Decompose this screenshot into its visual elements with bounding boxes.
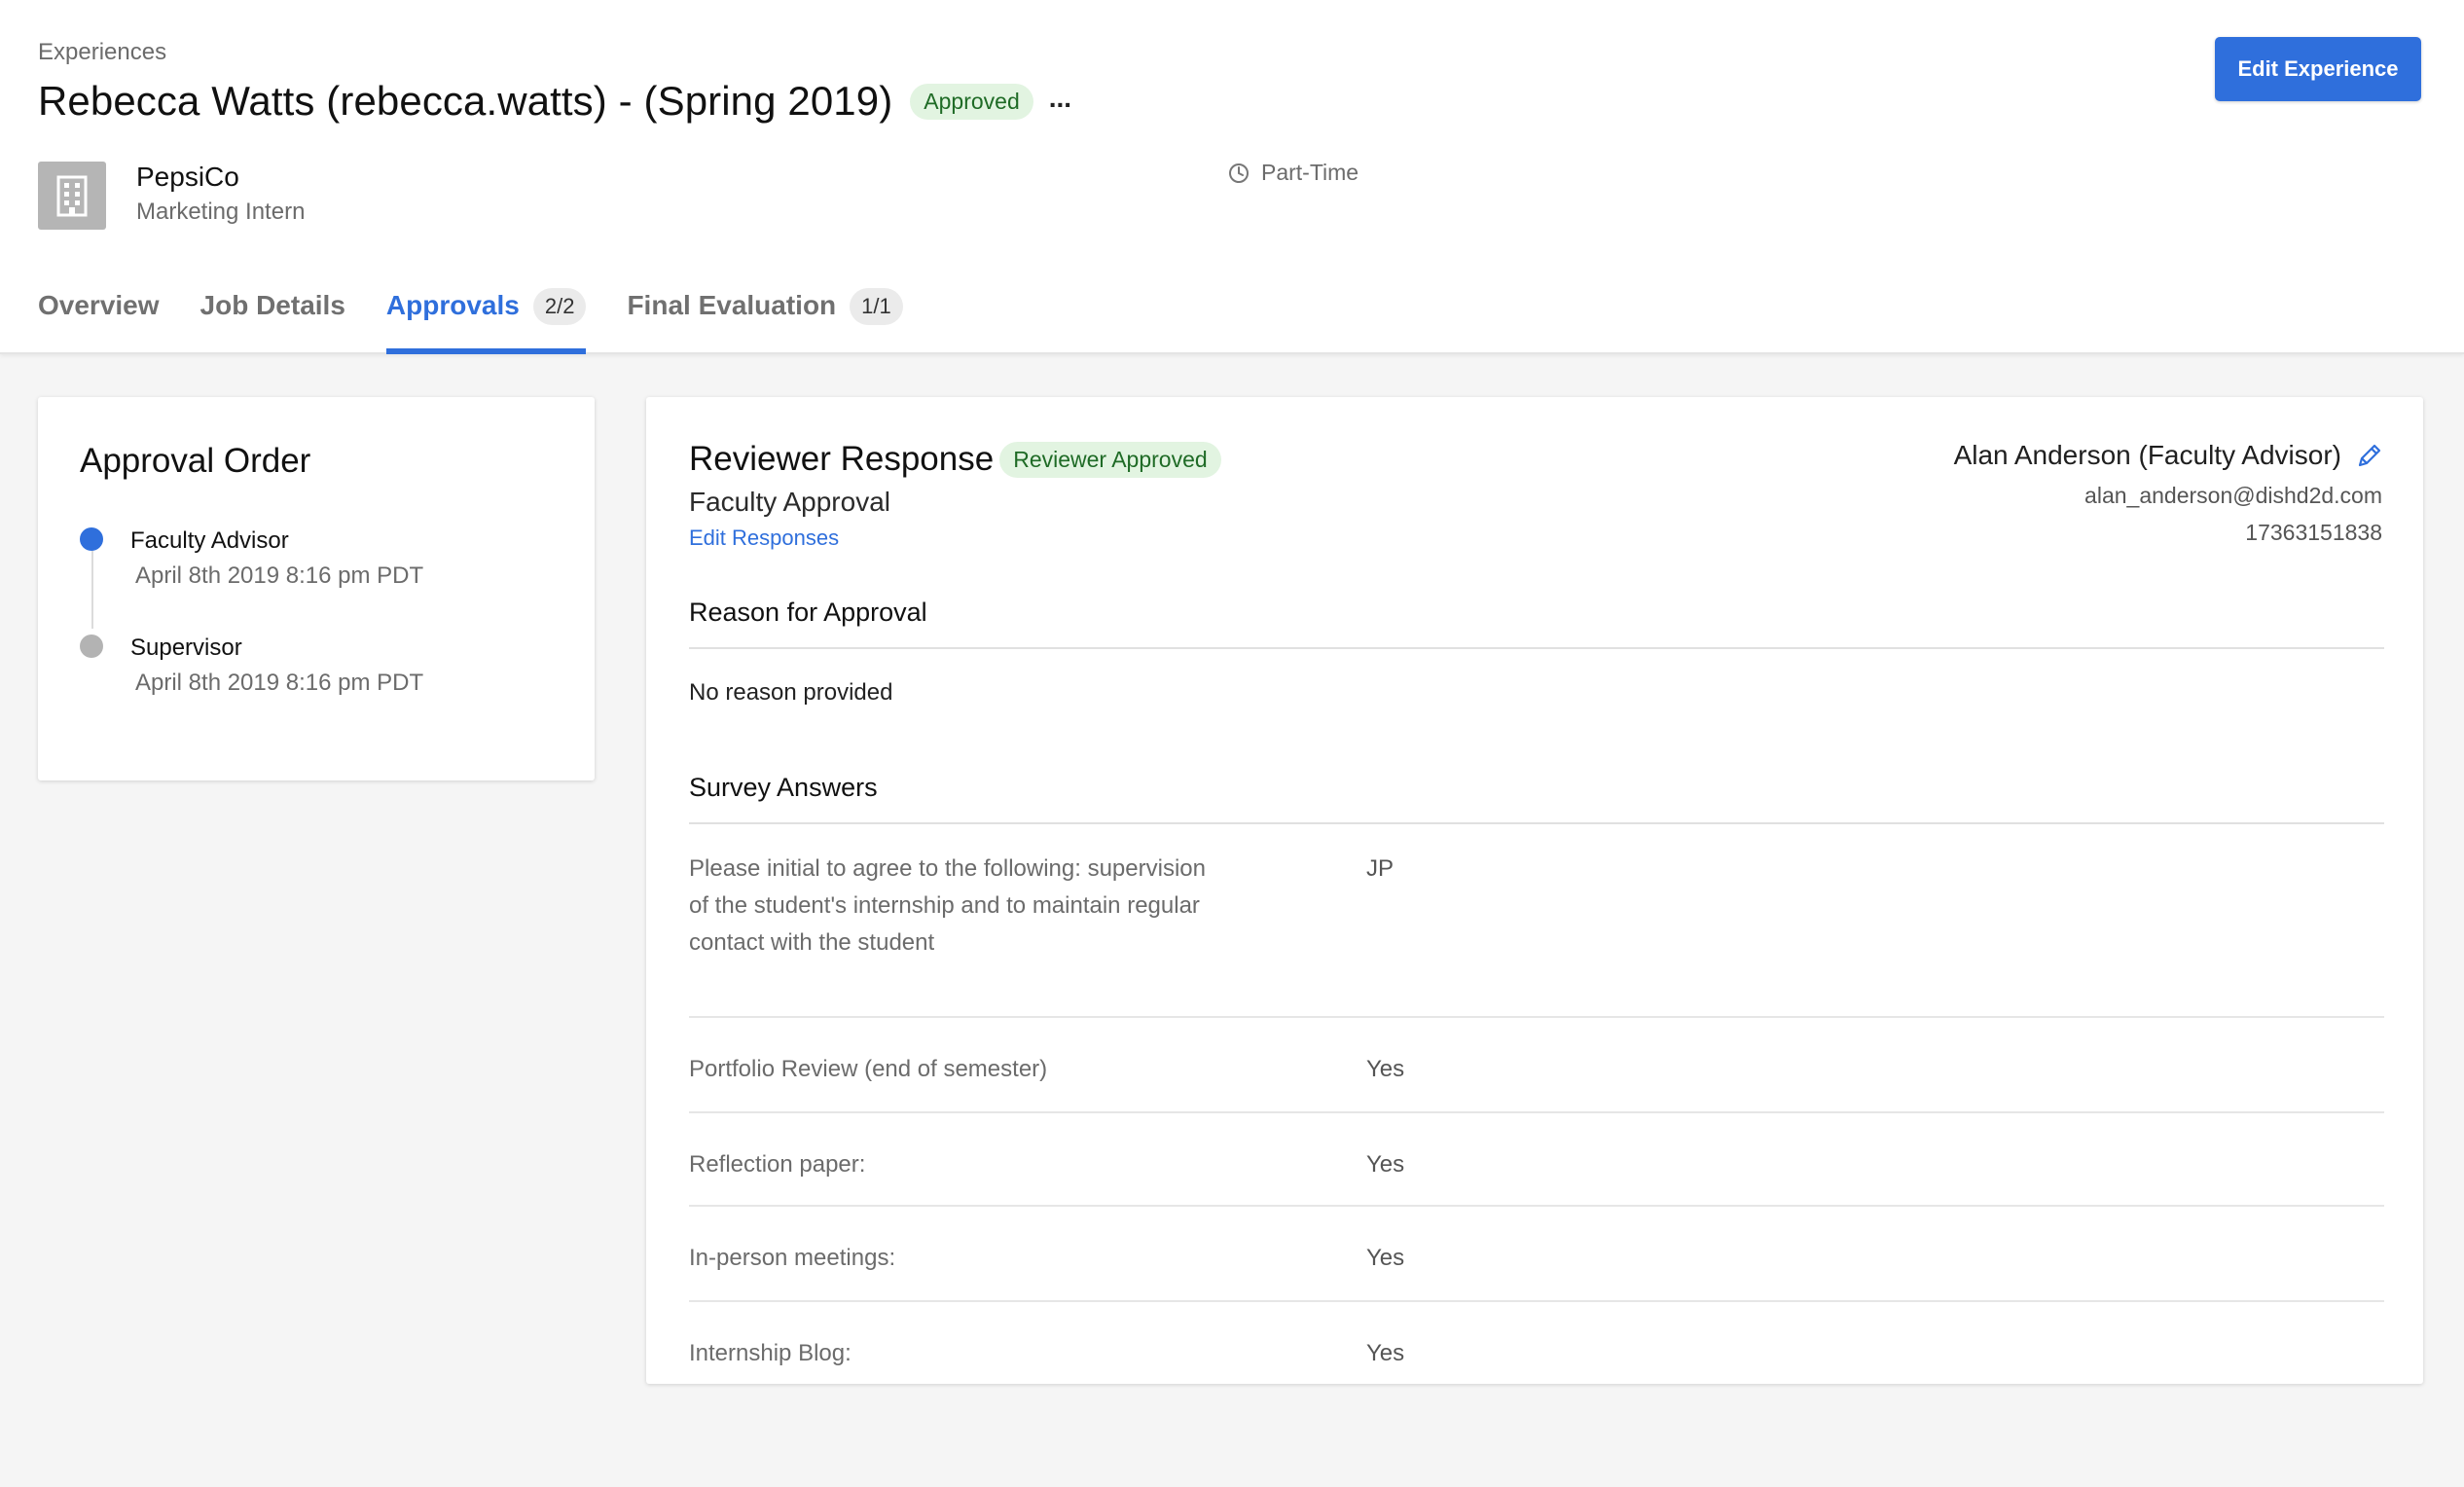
edit-responses-link[interactable]: Edit Responses	[689, 526, 839, 551]
step-name: Supervisor	[130, 635, 242, 661]
approval-order-title: Approval Order	[80, 442, 311, 480]
building-icon	[56, 175, 88, 217]
survey-answer: JP	[1366, 855, 1395, 882]
survey-answer: Yes	[1366, 1151, 1405, 1178]
survey-row: Reflection paper: Yes	[689, 1113, 2384, 1207]
step-date: April 8th 2019 8:16 pm PDT	[135, 562, 424, 589]
survey-row: Internship Blog: Yes	[689, 1302, 2384, 1380]
page-header: Experiences Rebecca Watts (rebecca.watts…	[0, 0, 2464, 354]
survey-question: In-person meetings:	[689, 1245, 896, 1271]
section-divider	[689, 647, 2384, 649]
step-status-dot	[80, 635, 103, 658]
company-name: PepsiCo	[136, 162, 239, 192]
tab-label: Approvals	[385, 290, 520, 320]
timeline-line	[91, 541, 93, 629]
reviewer-name: Alan Anderson (Faculty Advisor)	[1953, 440, 2341, 470]
tab-bar: Overview Job Details Approvals 2/2 Final…	[38, 282, 944, 354]
tab-approvals[interactable]: Approvals 2/2	[385, 282, 587, 354]
status-badge: Approved	[910, 83, 1033, 120]
step-name: Faculty Advisor	[130, 527, 289, 554]
reviewer-phone: 17363151838	[2245, 520, 2382, 545]
page-title: Rebecca Watts (rebecca.watts) - (Spring …	[38, 78, 893, 124]
pencil-icon[interactable]	[2355, 441, 2384, 470]
tab-label: Final Evaluation	[627, 290, 837, 320]
survey-answer: Yes	[1366, 1340, 1405, 1366]
survey-question: Reflection paper:	[689, 1151, 866, 1178]
job-type-label: Part-Time	[1261, 160, 1359, 185]
company-logo	[38, 162, 106, 230]
section-divider	[689, 822, 2384, 824]
tab-label: Overview	[38, 290, 160, 320]
response-title: Reviewer Response	[689, 440, 995, 478]
edit-experience-button[interactable]: Edit Experience	[2215, 37, 2421, 101]
response-subtitle: Faculty Approval	[689, 487, 890, 517]
survey-row: In-person meetings: Yes	[689, 1207, 2384, 1302]
response-title-row: Reviewer Response Reviewer Approved	[689, 440, 1221, 479]
approval-order-card: Approval Order Faculty Advisor April 8th…	[38, 397, 595, 780]
job-title: Marketing Intern	[136, 199, 306, 225]
reviewer-response-card: Reviewer Response Reviewer Approved Facu…	[646, 397, 2423, 1384]
step-date: April 8th 2019 8:16 pm PDT	[135, 670, 424, 696]
reviewer-name-row: Alan Anderson (Faculty Advisor)	[1954, 440, 2384, 471]
reviewer-email: alan_anderson@dishd2d.com	[2084, 483, 2382, 508]
step-status-dot	[80, 527, 103, 551]
tab-count-badge: 2/2	[532, 288, 587, 325]
survey-answer: Yes	[1366, 1245, 1405, 1271]
more-options-button[interactable]: ...	[1049, 85, 1071, 118]
reason-heading: Reason for Approval	[689, 598, 927, 627]
survey-row: Portfolio Review (end of semester) Yes	[689, 1018, 2384, 1113]
survey-question: Portfolio Review (end of semester)	[689, 1056, 1048, 1082]
survey-answer: Yes	[1366, 1056, 1405, 1082]
tab-label: Job Details	[199, 290, 345, 320]
tab-final-evaluation[interactable]: Final Evaluation 1/1	[627, 282, 903, 354]
survey-heading: Survey Answers	[689, 773, 878, 802]
survey-question: Please initial to agree to the following…	[689, 855, 1206, 956]
tab-job-details[interactable]: Job Details	[200, 282, 345, 354]
breadcrumb[interactable]: Experiences	[38, 39, 166, 66]
reason-text: No reason provided	[689, 679, 893, 706]
job-type: Part-Time	[1228, 160, 1359, 186]
tab-overview[interactable]: Overview	[38, 282, 160, 354]
reviewer-status-badge: Reviewer Approved	[999, 441, 1221, 478]
tab-count-badge: 1/1	[850, 288, 903, 325]
clock-icon	[1229, 163, 1249, 183]
survey-row: Please initial to agree to the following…	[689, 851, 2384, 1018]
title-row: Rebecca Watts (rebecca.watts) - (Spring …	[38, 74, 1071, 128]
survey-question: Internship Blog:	[689, 1340, 852, 1366]
